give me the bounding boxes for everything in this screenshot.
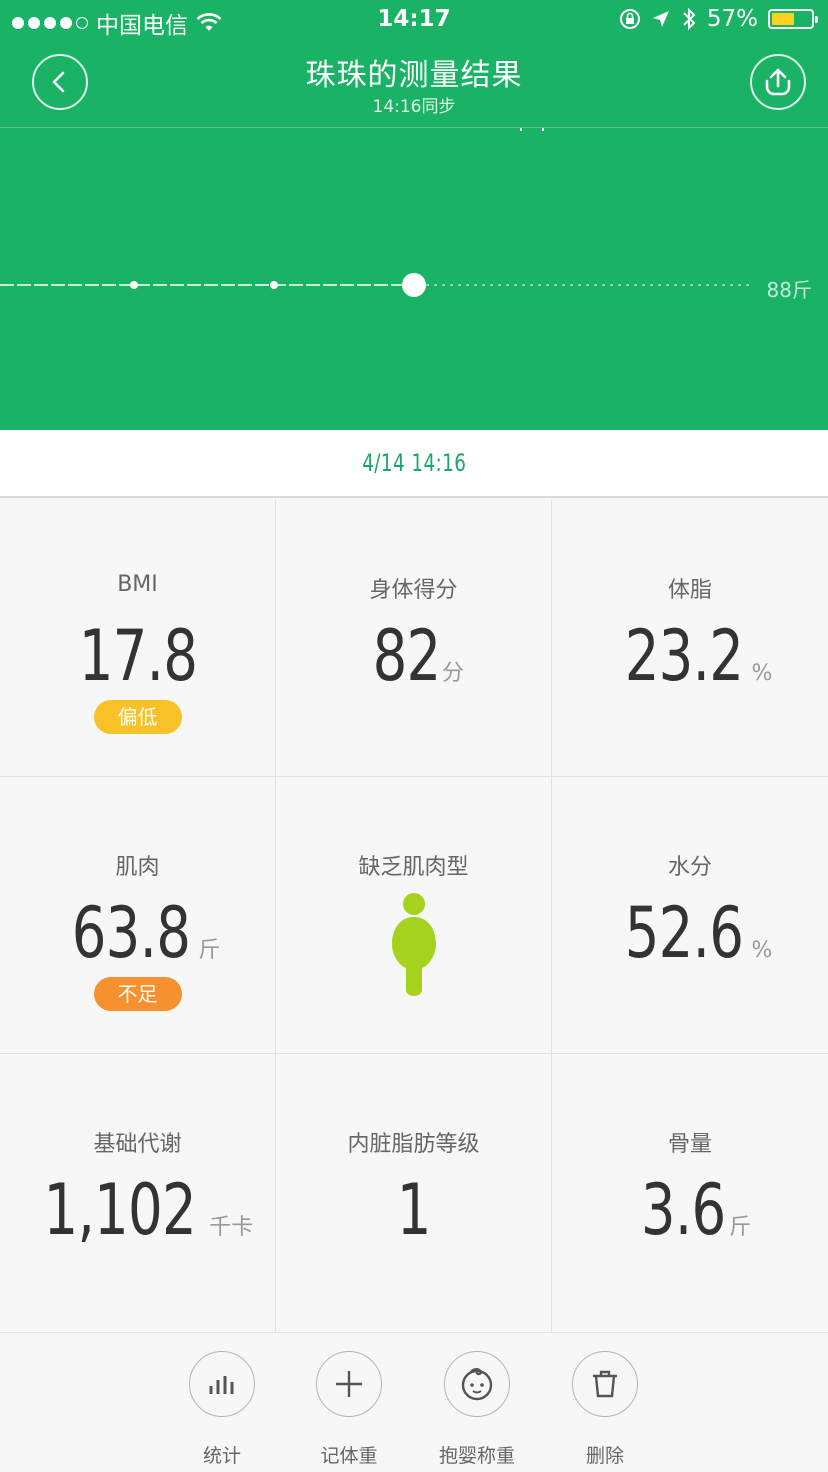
upload-icon xyxy=(765,68,791,96)
metric-value: 23.2 xyxy=(624,615,743,697)
metric-unit: % xyxy=(751,661,773,686)
metric-unit: 分 xyxy=(442,661,465,686)
chart-unit-label: 88斤 xyxy=(766,278,812,302)
body-type-figure-icon xyxy=(392,893,436,996)
baby-weigh-button[interactable]: 抱婴称重 xyxy=(422,1351,532,1468)
metric-cell-bone-mass[interactable]: 骨量 3.6 斤 xyxy=(552,1054,828,1332)
trash-icon xyxy=(593,1370,617,1398)
plus-icon xyxy=(336,1371,362,1397)
bluetooth-icon xyxy=(683,7,696,31)
stats-button[interactable]: 统计 xyxy=(167,1351,277,1468)
page-title: 珠珠的测量结果 xyxy=(305,58,523,93)
status-badge: 不足 xyxy=(93,977,182,1011)
data-point[interactable] xyxy=(130,281,138,289)
location-arrow-icon xyxy=(652,11,669,27)
metric-label: 身体得分 xyxy=(369,578,458,603)
baby-face-icon xyxy=(461,1368,493,1401)
metric-cell-body-fat[interactable]: 体脂 23.2% xyxy=(552,500,828,777)
record-weight-label: 记体重 xyxy=(320,1445,378,1467)
orientation-lock-icon xyxy=(619,9,640,29)
status-badge: 偏低 xyxy=(93,700,182,734)
delete-button[interactable]: 删除 xyxy=(550,1351,660,1468)
data-point[interactable] xyxy=(270,281,278,289)
metric-cell-bmi[interactable]: BMI 17.8 偏低 xyxy=(0,500,276,777)
record-weight-button[interactable]: 记体重 xyxy=(294,1351,404,1468)
metric-cell-visceral-fat[interactable]: 内脏脂肪等级 1 xyxy=(276,1054,552,1332)
delete-label: 删除 xyxy=(585,1445,624,1467)
weight-trend-chart[interactable] xyxy=(0,128,828,430)
metric-cell-water[interactable]: 水分 52.6% xyxy=(552,777,828,1054)
bar-chart-icon xyxy=(209,1376,234,1394)
metric-value: 52.6 xyxy=(624,892,743,974)
metric-label: 肌肉 xyxy=(115,855,160,880)
header: 中国电信 14:17 57% 珠珠的测量结果 14:16同步 88斤 xyxy=(0,0,828,430)
nav-bar: 珠珠的测量结果 14:16同步 xyxy=(0,42,828,128)
metric-unit: % xyxy=(751,938,773,963)
sync-time: 14:16同步 xyxy=(372,97,456,117)
metric-value: 1,102 xyxy=(43,1169,196,1251)
metric-unit: 斤 xyxy=(198,938,221,963)
bottom-toolbar: 统计 记体重 抱婴称重 删除 xyxy=(0,1332,828,1472)
status-bar: 中国电信 14:17 57% xyxy=(0,0,828,42)
measurement-date-bar: 4/14 14:16 xyxy=(0,430,828,498)
metric-cell-body-type[interactable]: 缺乏肌肉型 xyxy=(276,777,552,1054)
metric-label: 内脏脂肪等级 xyxy=(347,1132,480,1157)
share-button[interactable] xyxy=(750,54,806,110)
metric-value: 1 xyxy=(396,1169,432,1251)
metric-value: 82 xyxy=(372,615,442,697)
baby-weigh-label: 抱婴称重 xyxy=(438,1445,515,1467)
metric-value: 3.6 xyxy=(640,1169,726,1251)
metric-label: 体脂 xyxy=(667,578,712,603)
metric-unit: 千卡 xyxy=(209,1215,254,1240)
metric-cell-body-score[interactable]: 身体得分 82分 xyxy=(276,500,552,777)
metric-label: 基础代谢 xyxy=(93,1132,182,1157)
metrics-grid: BMI 17.8 偏低 身体得分 82分 体脂 23.2% 肌肉 63.8 斤 不… xyxy=(0,500,828,1332)
battery-percent: 57% xyxy=(706,6,758,32)
metric-label: BMI xyxy=(117,572,158,597)
metric-label: 骨量 xyxy=(667,1132,712,1157)
measurement-datetime: 4/14 14:16 xyxy=(361,449,467,477)
metric-label: 缺乏肌肉型 xyxy=(358,855,469,880)
metric-cell-muscle[interactable]: 肌肉 63.8 斤 不足 xyxy=(0,777,276,1054)
battery-icon xyxy=(768,9,818,29)
stats-label: 统计 xyxy=(202,1445,241,1467)
metric-unit: 斤 xyxy=(729,1215,752,1240)
metric-cell-bmr[interactable]: 基础代谢 1,102 千卡 xyxy=(0,1054,276,1332)
current-data-point[interactable] xyxy=(402,273,426,297)
metric-label: 水分 xyxy=(667,855,712,880)
metric-value: 63.8 xyxy=(71,892,190,974)
metric-value: 17.8 xyxy=(78,615,197,697)
